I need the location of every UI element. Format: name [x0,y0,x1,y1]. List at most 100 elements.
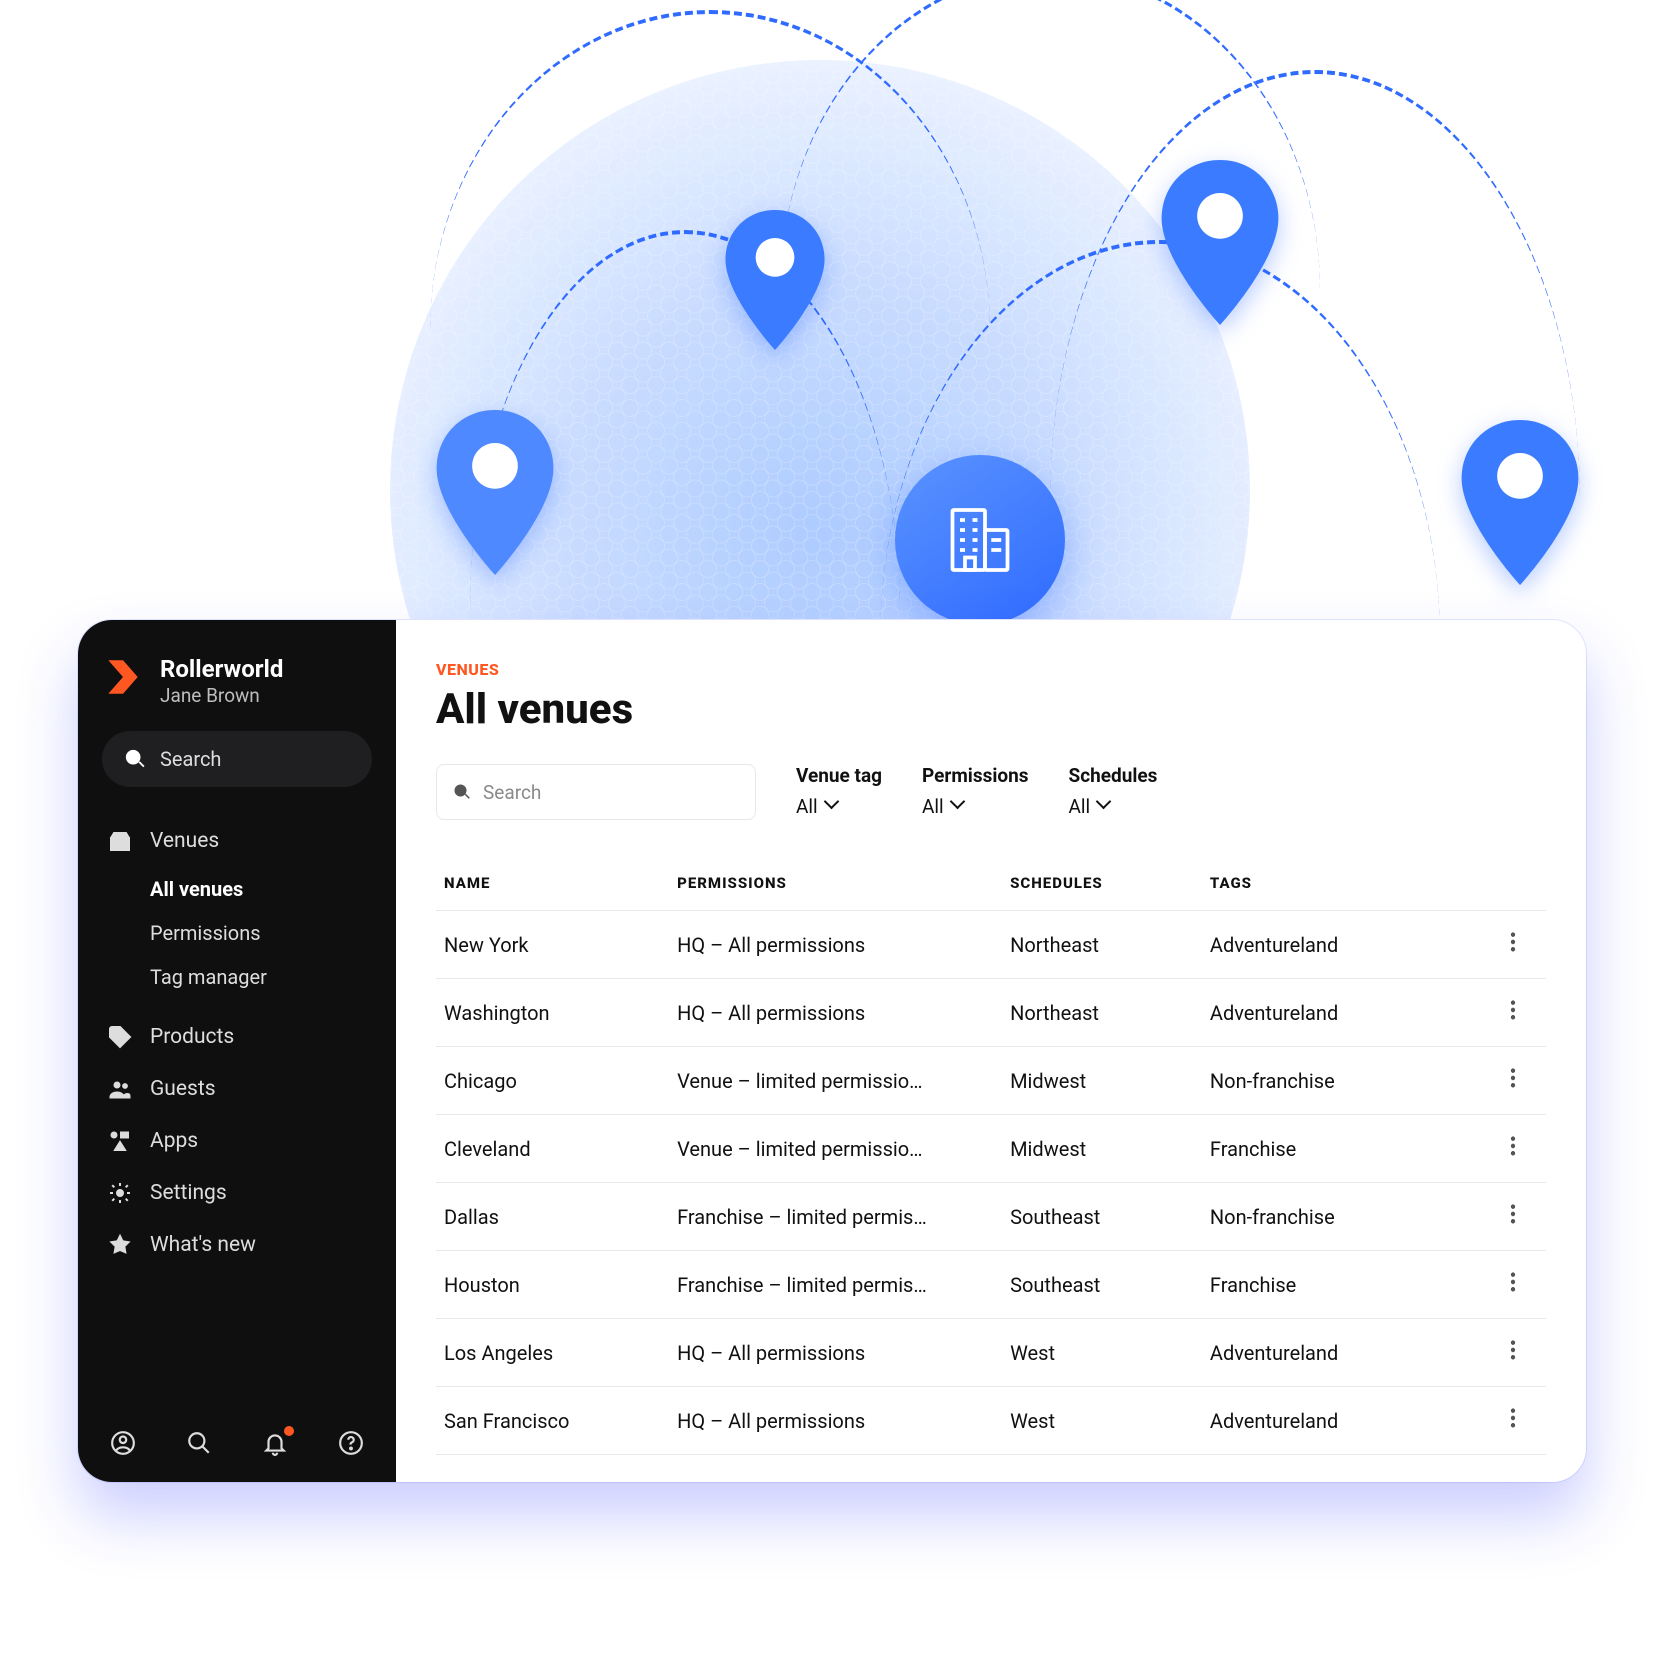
cell-name: San Francisco [436,1387,669,1455]
sidebar-bottombar [102,1420,372,1464]
breadcrumb: VENUES [436,660,1546,679]
search-icon [124,748,146,770]
gear-icon [108,1181,132,1205]
cell-tags: Adventureland [1202,1319,1480,1387]
cell-name: Dallas [436,1183,669,1251]
table-row[interactable]: Los AngelesHQ – All permissionsWestAdven… [436,1319,1546,1387]
table-row[interactable]: ClevelandVenue – limited permissio…Midwe… [436,1115,1546,1183]
cell-name: Washington [436,979,669,1047]
nav-products[interactable]: Products [102,1011,372,1063]
nav-products-label: Products [150,1025,234,1049]
filters-row: Search Venue tag All Permissions All Sch… [436,764,1546,820]
cell-schedules: Northeast [1002,911,1202,979]
sidebar-search[interactable]: Search [102,731,372,787]
cell-schedules: Midwest [1002,1047,1202,1115]
nav-guests[interactable]: Guests [102,1063,372,1115]
col-schedules[interactable]: SCHEDULES [1002,856,1202,911]
more-icon [1510,1135,1516,1157]
cell-tags: Non-franchise [1202,1183,1480,1251]
row-actions[interactable] [1479,1183,1546,1251]
hq-building-icon [895,455,1065,625]
more-icon [1510,1203,1516,1225]
nav-whats-new[interactable]: What's new [102,1219,372,1271]
filter-venue-tag[interactable]: Venue tag All [796,764,882,818]
tag-icon [108,1025,132,1049]
row-actions[interactable] [1479,1251,1546,1319]
notification-dot [284,1426,294,1436]
cell-name: Cleveland [436,1115,669,1183]
table-row[interactable]: New YorkHQ – All permissionsNortheastAdv… [436,911,1546,979]
cell-schedules: West [1002,1319,1202,1387]
cell-permissions: Franchise – limited permis… [669,1183,1002,1251]
brand-name: Rollerworld [160,656,283,682]
search-icon [453,783,471,801]
cell-permissions: HQ – All permissions [669,1319,1002,1387]
nav-venues[interactable]: Venues [102,815,372,867]
sidebar-nav: Venues All venues Permissions Tag manage… [102,815,372,1420]
nav-permissions[interactable]: Permissions [144,911,372,955]
apps-icon [108,1129,132,1153]
guests-icon [108,1077,132,1101]
nav-apps[interactable]: Apps [102,1115,372,1167]
filter-permissions[interactable]: Permissions All [922,764,1029,818]
row-actions[interactable] [1479,1319,1546,1387]
row-actions[interactable] [1479,1047,1546,1115]
account-button[interactable] [108,1428,138,1458]
page-title: All venues [436,685,1546,734]
cell-tags: Adventureland [1202,1387,1480,1455]
brand-logo-icon [102,656,144,698]
cell-permissions: Franchise – limited permis… [669,1251,1002,1319]
nav-tag-manager[interactable]: Tag manager [144,955,372,999]
table-row[interactable]: San FranciscoHQ – All permissionsWestAdv… [436,1387,1546,1455]
col-tags[interactable]: TAGS [1202,856,1480,911]
cell-name: Houston [436,1251,669,1319]
cell-name: New York [436,911,669,979]
chevron-down-icon [826,800,840,814]
filter-schedules[interactable]: Schedules All [1069,764,1158,818]
chevron-down-icon [952,800,966,814]
cell-permissions: Venue – limited permissio… [669,1115,1002,1183]
brand-block: Rollerworld Jane Brown [102,656,372,707]
map-pin-icon [1455,420,1585,585]
cell-name: Chicago [436,1047,669,1115]
cell-permissions: Venue – limited permissio… [669,1047,1002,1115]
more-icon [1510,999,1516,1021]
cell-schedules: Midwest [1002,1115,1202,1183]
cell-tags: Adventureland [1202,911,1480,979]
nav-guests-label: Guests [150,1077,216,1101]
nav-whats-new-label: What's new [150,1233,256,1257]
more-icon [1510,1271,1516,1293]
row-actions[interactable] [1479,979,1546,1047]
row-actions[interactable] [1479,1387,1546,1455]
more-icon [1510,1067,1516,1089]
app-window: Rollerworld Jane Brown Search Venues All… [78,620,1586,1482]
search-icon [186,1430,212,1456]
sidebar-search-placeholder: Search [160,747,221,771]
main-panel: VENUES All venues Search Venue tag All P… [396,620,1586,1482]
table-row[interactable]: DallasFranchise – limited permis…Southea… [436,1183,1546,1251]
notifications-button[interactable] [260,1428,290,1458]
account-icon [110,1430,136,1456]
nav-all-venues[interactable]: All venues [144,867,372,911]
star-icon [108,1233,132,1257]
cell-schedules: Northeast [1002,979,1202,1047]
cell-permissions: HQ – All permissions [669,979,1002,1047]
nav-settings-label: Settings [150,1181,227,1205]
nav-apps-label: Apps [150,1129,198,1153]
cell-tags: Franchise [1202,1251,1480,1319]
col-permissions[interactable]: PERMISSIONS [669,856,1002,911]
table-row[interactable]: HoustonFranchise – limited permis…Southe… [436,1251,1546,1319]
search-button[interactable] [184,1428,214,1458]
row-actions[interactable] [1479,911,1546,979]
cell-schedules: Southeast [1002,1251,1202,1319]
nav-settings[interactable]: Settings [102,1167,372,1219]
row-actions[interactable] [1479,1115,1546,1183]
table-row[interactable]: ChicagoVenue – limited permissio…Midwest… [436,1047,1546,1115]
col-name[interactable]: NAME [436,856,669,911]
table-search[interactable]: Search [436,764,756,820]
nav-venues-label: Venues [150,829,219,853]
cell-tags: Adventureland [1202,979,1480,1047]
table-row[interactable]: WashingtonHQ – All permissionsNortheastA… [436,979,1546,1047]
more-icon [1510,1339,1516,1361]
help-button[interactable] [336,1428,366,1458]
